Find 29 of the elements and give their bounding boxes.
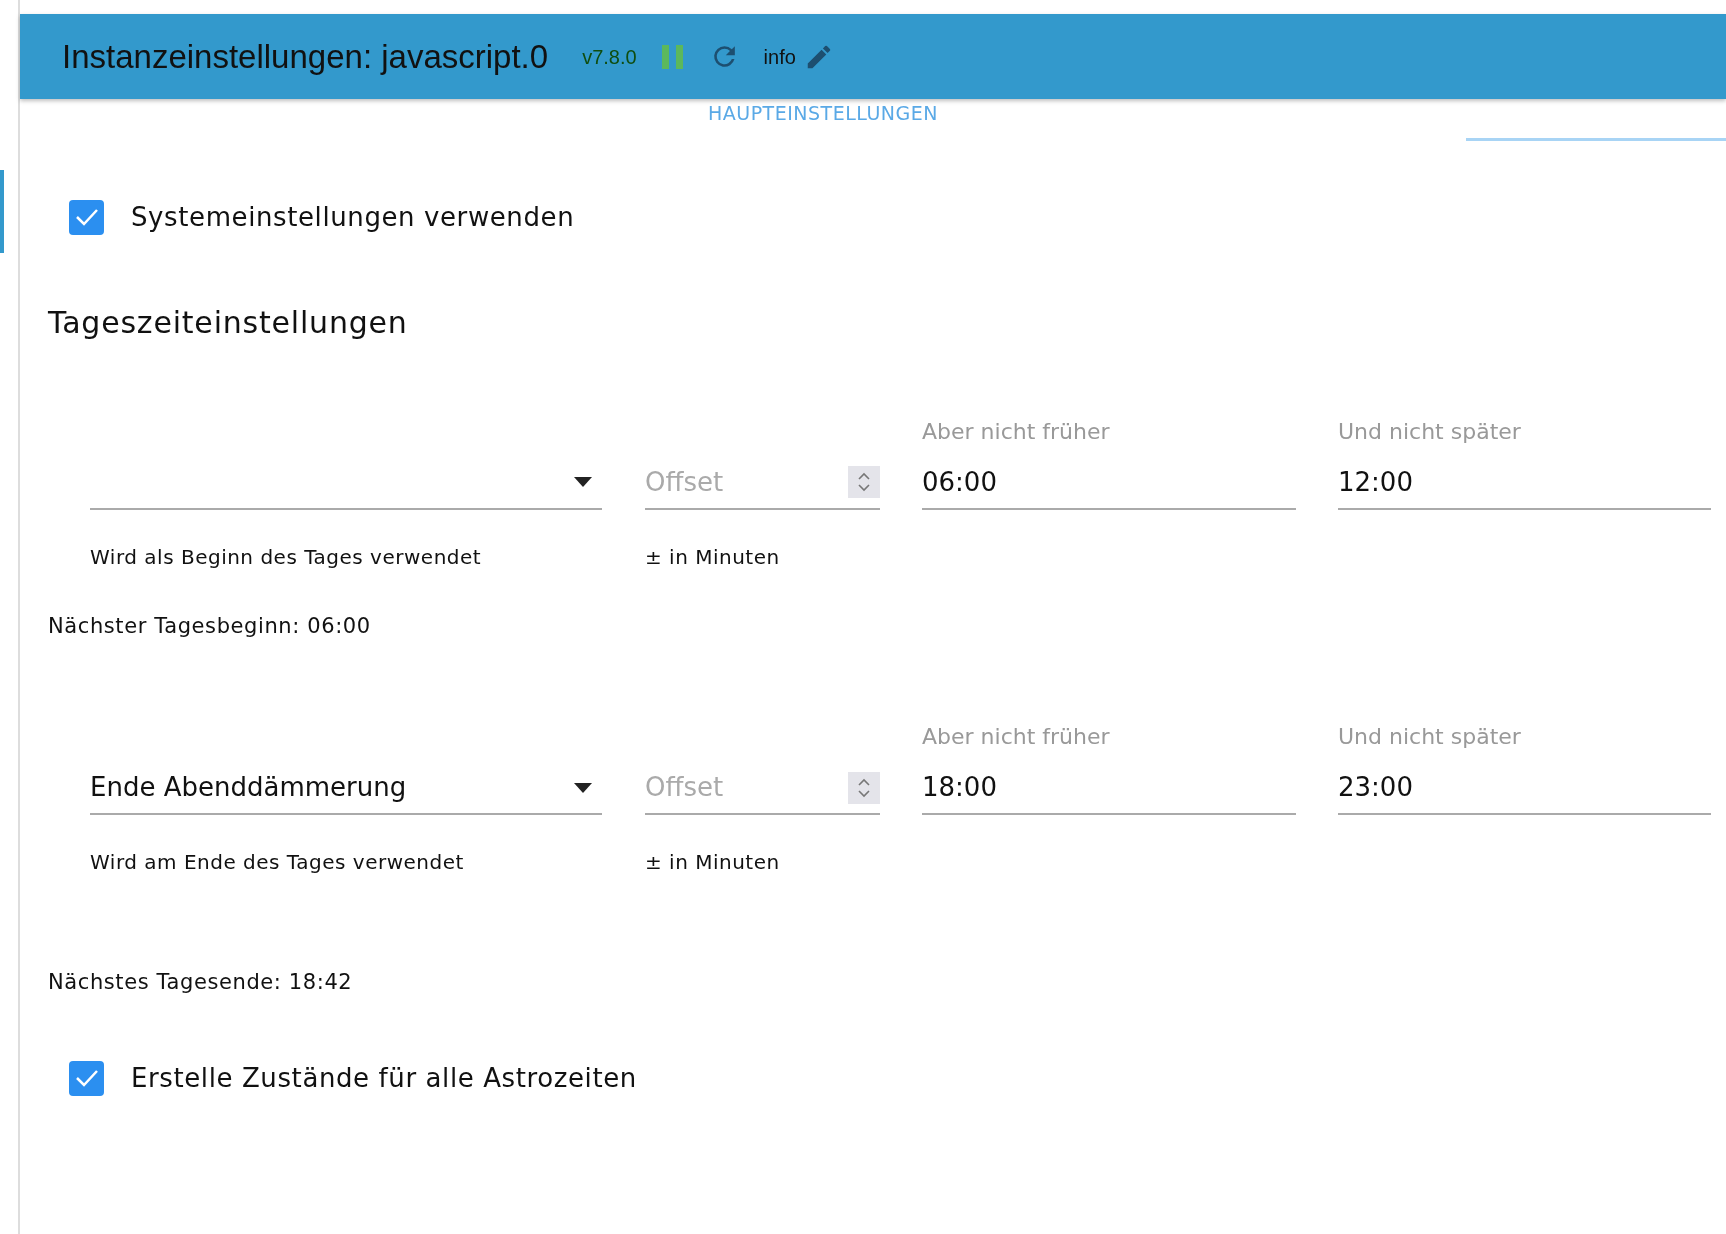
time-field[interactable]: 23:00 xyxy=(1338,752,1711,815)
time-field[interactable]: 06:00 xyxy=(922,446,1296,510)
checkbox-label: Erstelle Zustände für alle Astrozeiten xyxy=(131,1061,637,1095)
select-field[interactable]: Ende Abenddämmerung xyxy=(90,752,602,815)
window-title: Instanzeinstellungen: javascript.0 xyxy=(62,36,549,77)
field-label: Aber nicht früher xyxy=(922,417,1110,446)
checkbox[interactable] xyxy=(69,199,104,235)
time-field[interactable]: 18:00 xyxy=(922,752,1296,815)
helper-text: Wird am Ende des Tages verwendet xyxy=(90,849,465,873)
info-text: Nächster Tagesbeginn: 06:00 xyxy=(48,612,371,640)
time-field[interactable]: 12:00 xyxy=(1338,446,1711,510)
field-label: Und nicht später xyxy=(1338,417,1521,446)
check-icon xyxy=(74,207,99,227)
version-label: v7.8.0 xyxy=(582,44,637,70)
caret-icon xyxy=(574,477,592,487)
check-icon xyxy=(74,1068,99,1088)
spinner-icon[interactable] xyxy=(848,771,880,804)
caret-icon xyxy=(574,782,592,793)
section-title: Tageszeiteinstellungen xyxy=(48,303,409,342)
info-link[interactable]: info xyxy=(763,41,796,72)
checkbox-label: Systemeinstellungen verwenden xyxy=(131,200,575,234)
helper-text: ± in Minuten xyxy=(645,849,781,873)
field-label: Und nicht später xyxy=(1338,723,1521,751)
info-text: Nächstes Tagesende: 18:42 xyxy=(48,969,353,996)
helper-text: ± in Minuten xyxy=(645,543,781,568)
helper-text: Wird als Beginn des Tages verwendet xyxy=(90,543,483,568)
field-label: Aber nicht früher xyxy=(922,723,1110,751)
checkbox[interactable] xyxy=(69,1060,104,1096)
spinner-icon[interactable] xyxy=(848,466,880,498)
